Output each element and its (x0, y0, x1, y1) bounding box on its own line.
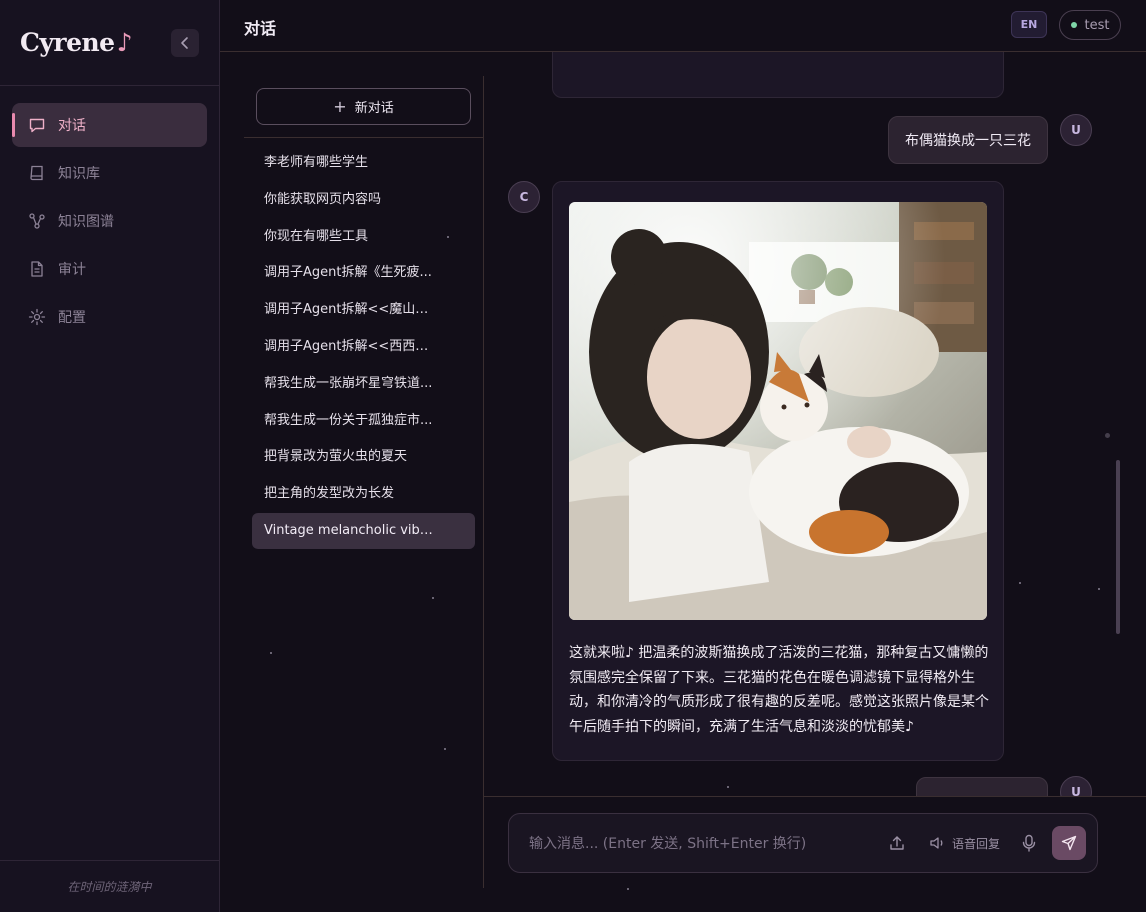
conversation-item[interactable]: 你现在有哪些工具 (252, 219, 475, 255)
language-toggle-button[interactable]: EN (1011, 11, 1047, 38)
conversation-item[interactable]: 你能获取网页内容吗 (252, 182, 475, 218)
conversation-item[interactable]: 调用子Agent拆解《生死疲... (252, 255, 475, 291)
conversation-list: 李老师有哪些学生 你能获取网页内容吗 你现在有哪些工具 调用子Agent拆解《生… (252, 145, 475, 550)
book-icon (28, 164, 46, 182)
assistant-avatar: C (508, 181, 540, 213)
conversation-item[interactable]: 把主角的发型改为长发 (252, 476, 475, 512)
conversation-panel: + 新对话 李老师有哪些学生 你能获取网页内容吗 你现在有哪些工具 调用子Age… (244, 76, 484, 888)
conversation-item[interactable]: 李老师有哪些学生 (252, 145, 475, 181)
document-icon (28, 260, 46, 278)
divider (244, 137, 483, 138)
generated-image[interactable] (569, 202, 987, 620)
composer-box: 语音回复 (508, 813, 1098, 873)
nav-item-chat[interactable]: 对话 (12, 103, 207, 147)
nav-label: 配置 (58, 310, 86, 326)
message-input[interactable] (529, 834, 859, 854)
conversation-item[interactable]: 帮我生成一张崩坏星穹铁道... (252, 366, 475, 402)
nav-item-settings[interactable]: 配置 (12, 295, 207, 339)
conversation-item[interactable]: 调用子Agent拆解<<西西弗... (252, 329, 475, 365)
chat-scrollbar[interactable] (1116, 460, 1120, 634)
app-logo: Cyrene♪ (20, 28, 133, 57)
next-user-avatar: U (1060, 776, 1092, 796)
previous-message-card (552, 52, 1004, 98)
nav-label: 知识库 (58, 166, 100, 182)
brand-name: Cyrene (20, 28, 115, 57)
nav-item-audit[interactable]: 审计 (12, 247, 207, 291)
collapse-sidebar-button[interactable] (171, 29, 199, 57)
next-user-message-bubble (916, 777, 1048, 796)
chat-messages[interactable]: 布偶猫换成一只三花 U C 这就来啦♪ 把温柔的波斯猫换成了活泼的三花猫，那种复… (484, 52, 1146, 796)
voice-reply-label: 语音回复 (952, 836, 1001, 851)
chevron-left-icon (181, 37, 188, 49)
conversation-item[interactable]: 把背景改为萤火虫的夏天 (252, 439, 475, 475)
nav-label: 对话 (58, 118, 86, 134)
page-title: 对话 (244, 19, 277, 38)
online-status-dot (1070, 22, 1077, 28)
new-chat-label: 新对话 (354, 101, 394, 116)
new-chat-button[interactable]: + 新对话 (256, 88, 471, 125)
sidebar: Cyrene♪ 对话 知识库 知识图谱 审计 配置 在时间的涟漪中 (0, 0, 220, 912)
assistant-message-text: 这就来啦♪ 把温柔的波斯猫换成了活泼的三花猫，那种复古又慵懒的氛围感完全保留了下… (569, 645, 989, 735)
conversation-item[interactable]: 帮我生成一份关于孤独症市... (252, 403, 475, 439)
microphone-icon[interactable] (1019, 833, 1039, 853)
woman-with-calico-cat-photo (569, 202, 987, 620)
conversation-item[interactable]: 调用子Agent拆解<<魔山>> (252, 292, 475, 328)
gear-icon (28, 308, 46, 326)
speaker-icon (930, 837, 943, 849)
message-composer: 语音回复 (484, 796, 1146, 912)
nav-label: 知识图谱 (58, 214, 114, 230)
music-note-icon: ♪ (116, 28, 133, 57)
assistant-message-card: 这就来啦♪ 把温柔的波斯猫换成了活泼的三花猫，那种复古又慵懒的氛围感完全保留了下… (552, 181, 1004, 761)
chat-icon (28, 116, 46, 134)
plus-icon: + (333, 97, 347, 116)
user-name: test (1084, 17, 1110, 33)
send-button[interactable] (1052, 826, 1086, 860)
top-bar: 对话 EN test (220, 0, 1146, 52)
user-message-text: 布偶猫换成一只三花 (905, 133, 1031, 149)
nav-label: 审计 (58, 262, 86, 278)
nav-item-knowledge-graph[interactable]: 知识图谱 (12, 199, 207, 243)
nav-item-knowledge-base[interactable]: 知识库 (12, 151, 207, 195)
conversation-item-active[interactable]: Vintage melancholic vibe,... (252, 512, 475, 549)
graph-icon (28, 212, 46, 230)
main-nav: 对话 知识库 知识图谱 审计 配置 (12, 103, 207, 343)
sidebar-footer-text: 在时间的涟漪中 (0, 860, 219, 912)
user-chip[interactable]: test (1059, 10, 1121, 40)
upload-icon[interactable] (887, 833, 907, 853)
user-message-bubble: 布偶猫换成一只三花 (888, 116, 1048, 164)
user-avatar: U (1060, 114, 1092, 146)
brand-header: Cyrene♪ (0, 0, 219, 86)
voice-reply-toggle[interactable]: 语音回复 (929, 833, 1000, 853)
send-icon (1061, 835, 1077, 851)
